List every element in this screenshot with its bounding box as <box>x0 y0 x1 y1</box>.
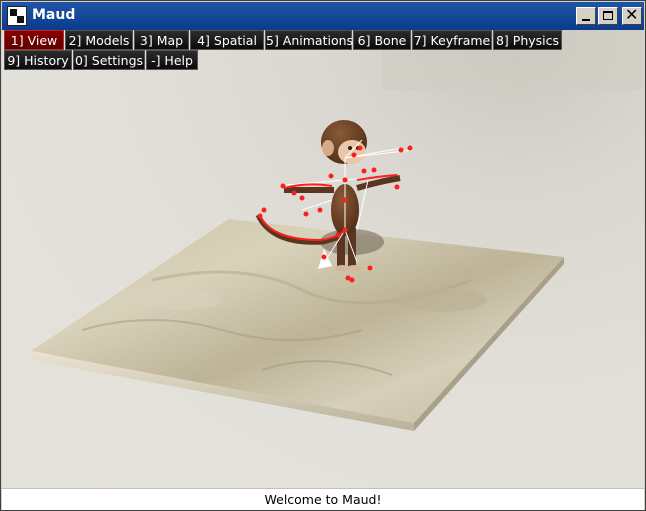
menu-spatial-button[interactable]: 4] Spatial <box>190 30 264 50</box>
menu-bone-button[interactable]: 6] Bone <box>353 30 411 50</box>
menu-physics-button[interactable]: 8] Physics <box>493 30 562 50</box>
monkey-face <box>338 140 366 164</box>
minimize-icon <box>582 19 590 21</box>
minimize-button[interactable] <box>576 7 596 25</box>
monkey-ear <box>322 140 334 156</box>
status-message: Welcome to Maud! <box>264 492 382 507</box>
window-title: Maud <box>32 7 76 23</box>
status-bar: Welcome to Maud! <box>2 488 644 510</box>
menu-keyframe-button[interactable]: 7] Keyframe <box>412 30 492 50</box>
scene-canvas[interactable] <box>2 30 644 488</box>
maximize-icon <box>603 11 613 20</box>
menu-models-button[interactable]: 2] Models <box>65 30 133 50</box>
menu-help-button[interactable]: -] Help <box>146 50 198 70</box>
menu-view-button[interactable]: 1] View <box>4 30 64 50</box>
menu-settings-button[interactable]: 0] Settings <box>73 50 145 70</box>
platform-top <box>31 219 564 423</box>
menu-history-button[interactable]: 9] History <box>4 50 72 70</box>
menu-animations-button[interactable]: 5] Animations <box>265 30 353 50</box>
close-icon: ✕ <box>625 5 639 24</box>
close-button[interactable]: ✕ <box>622 5 642 25</box>
monkey-eye <box>348 146 352 150</box>
rock-highlight <box>142 290 222 310</box>
3d-viewport[interactable]: 1] View 2] Models 3] Map 4] Spatial 5] A… <box>2 30 644 488</box>
app-icon <box>7 6 27 26</box>
rock-shade <box>397 288 487 312</box>
terrain-platform[interactable] <box>31 219 564 431</box>
menu-map-button[interactable]: 3] Map <box>134 30 189 50</box>
title-bar[interactable]: Maud ✕ <box>2 2 644 30</box>
app-window: Maud ✕ 1] View 2] Models 3] Map 4] Spati… <box>0 0 646 511</box>
monkey-foot-left <box>335 265 349 271</box>
monkey-foot-right <box>347 265 361 271</box>
maximize-button[interactable] <box>598 7 618 25</box>
